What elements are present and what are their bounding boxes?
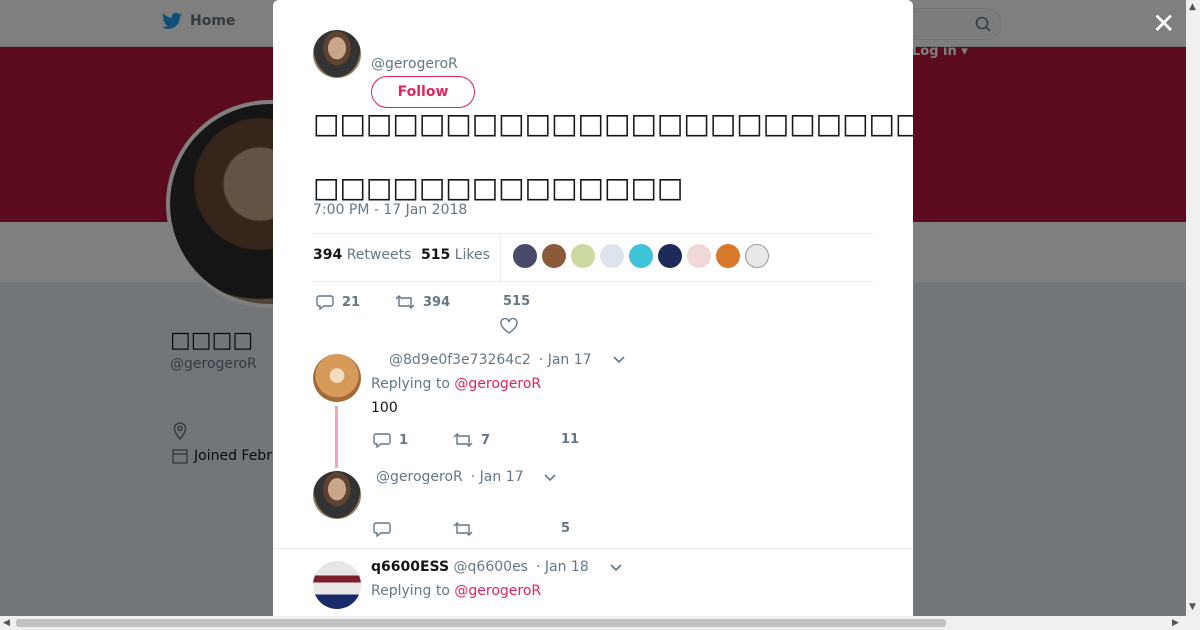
scroll-right-icon[interactable]: ▶ (1172, 618, 1179, 628)
reply-handle[interactable]: @8d9e0f3e73264c2 (389, 352, 531, 368)
reply-action[interactable]: 1 (373, 432, 408, 448)
reply-icon[interactable] (373, 521, 391, 537)
reply-header: @8d9e0f3e73264c2 · Jan 17 (389, 352, 592, 368)
retweets-stat[interactable]: 394 Retweets (313, 247, 411, 263)
reply-handle[interactable]: @gerogeroR (376, 469, 463, 485)
scrollbar-thumb[interactable] (16, 619, 946, 627)
mention-link[interactable]: @gerogeroR (454, 376, 541, 392)
stats-divider (500, 234, 501, 281)
liker-avatar[interactable] (658, 244, 682, 268)
liker-avatar[interactable] (629, 244, 653, 268)
replying-to: Replying to @gerogeroR (371, 376, 542, 392)
tweet-stats: 394 Retweets 515 Likes (313, 233, 873, 282)
likers-avatars (513, 244, 769, 268)
retweet-action[interactable]: 7 (453, 432, 490, 448)
reply-date[interactable]: · Jan 18 (536, 559, 589, 575)
reply-avatar[interactable] (313, 561, 361, 609)
reply-action[interactable]: 21 (316, 294, 360, 310)
reply-handle[interactable]: @q6600es (454, 559, 528, 575)
tweet-line-1: □□□□□□□□□□□□□□□□□□□□□□□□□□□□□□□□□□□□□□□□… (313, 107, 913, 140)
likes-stat[interactable]: 515 Likes (421, 247, 490, 263)
scroll-up-icon[interactable]: ▲ (1189, 2, 1196, 12)
chevron-down-icon[interactable] (610, 564, 622, 572)
reply-date[interactable]: · Jan 17 (471, 469, 524, 485)
liker-avatar[interactable] (687, 244, 711, 268)
tweet-text: □□□□□□□□□□□□□□□□□□□□□□□□□□□□□□□□□□□□□□□□… (313, 92, 913, 220)
retweet-icon (395, 295, 415, 309)
reply-avatar[interactable] (313, 354, 361, 402)
replying-to: Replying to @gerogeroR (371, 583, 542, 599)
author-handle[interactable]: @gerogeroR (371, 56, 458, 72)
reply-avatar[interactable] (313, 471, 361, 519)
heart-icon[interactable] (500, 318, 518, 334)
liker-avatar[interactable] (571, 244, 595, 268)
retweet-action[interactable]: 394 (395, 294, 450, 310)
reply-header: q6600ESS @q6600es · Jan 18 (371, 559, 589, 575)
like-count[interactable]: 11 (561, 432, 579, 447)
tweet-modal: @gerogeroR Follow □□□□□□□□□□□□□□□□□□□□□□… (273, 0, 913, 616)
chevron-down-icon[interactable] (613, 356, 625, 364)
divider (273, 548, 913, 549)
reply-text: 100 (371, 400, 398, 416)
reply-icon (373, 433, 391, 448)
scroll-left-icon[interactable]: ◀ (3, 618, 10, 628)
author-avatar[interactable] (313, 30, 361, 78)
vertical-scrollbar[interactable]: ▲ ▼ (1186, 0, 1200, 616)
thread-line (335, 406, 338, 468)
liker-avatar[interactable] (745, 244, 769, 268)
retweet-count: 394 (423, 294, 451, 310)
liker-avatar[interactable] (716, 244, 740, 268)
like-count[interactable]: 5 (561, 521, 570, 536)
reply-header: @gerogeroR · Jan 17 (376, 469, 524, 485)
chevron-down-icon[interactable] (544, 474, 556, 482)
like-count: 515 (503, 294, 531, 309)
close-icon[interactable]: ✕ (1152, 10, 1175, 38)
retweet-icon[interactable] (453, 521, 473, 537)
liker-avatar[interactable] (542, 244, 566, 268)
reply-icon (316, 295, 334, 310)
liker-avatar[interactable] (600, 244, 624, 268)
scroll-down-icon[interactable]: ▼ (1189, 602, 1196, 612)
reply-count: 21 (342, 294, 361, 310)
reply-count: 1 (399, 432, 409, 448)
tweet-timestamp[interactable]: 7:00 PM - 17 Jan 2018 (313, 202, 467, 218)
reply-date[interactable]: · Jan 17 (539, 352, 592, 368)
retweet-count: 7 (481, 432, 491, 448)
liker-avatar[interactable] (513, 244, 537, 268)
mention-link[interactable]: @gerogeroR (454, 583, 541, 599)
horizontal-scrollbar[interactable]: ◀ ▶ (0, 616, 1200, 630)
retweet-icon (453, 433, 473, 447)
reply-name[interactable]: q6600ESS (371, 559, 449, 575)
